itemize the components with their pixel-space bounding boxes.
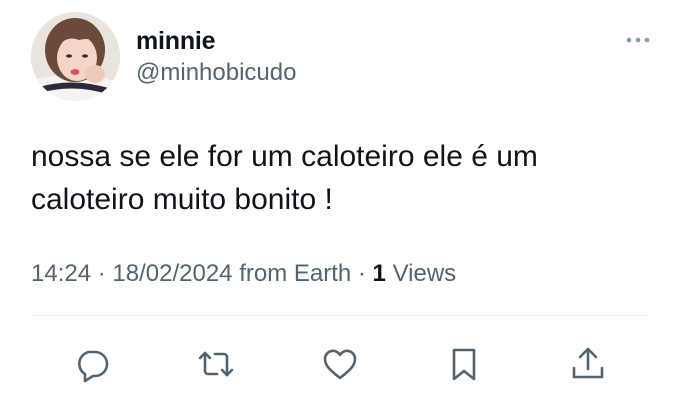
like-button[interactable] [318,340,362,388]
tweet-card: minnie @minhobicudo nossa se ele for um … [0,0,680,415]
display-name[interactable]: minnie [136,25,216,57]
reply-button[interactable] [70,340,114,388]
bookmark-button[interactable] [442,340,486,388]
action-bar [0,340,680,388]
share-button[interactable] [566,340,610,388]
tweet-source: from Earth [239,260,352,287]
retweet-icon [198,351,234,377]
share-icon [572,347,604,379]
views-count: 1 [372,260,386,287]
bookmark-icon [452,348,476,381]
views-label: Views [392,260,457,287]
avatar-image [31,12,120,101]
tweet-metadata: 14:24 · 18/02/2024 from Earth · 1 Views [31,258,456,290]
more-horizontal-icon[interactable] [624,33,652,47]
meta-separator: · [351,260,373,287]
tweet-text: nossa se ele for um caloteiro ele é um c… [31,140,538,216]
tweet-time[interactable]: 14:24 [31,260,91,287]
tweet-date[interactable]: 18/02/2024 [112,260,232,287]
retweet-button[interactable] [194,340,238,388]
meta-separator: · [91,260,113,287]
like-icon [323,349,357,380]
reply-icon [78,350,109,383]
avatar[interactable] [31,12,120,101]
divider [31,315,650,316]
user-handle[interactable]: @minhobicudo [136,57,296,89]
